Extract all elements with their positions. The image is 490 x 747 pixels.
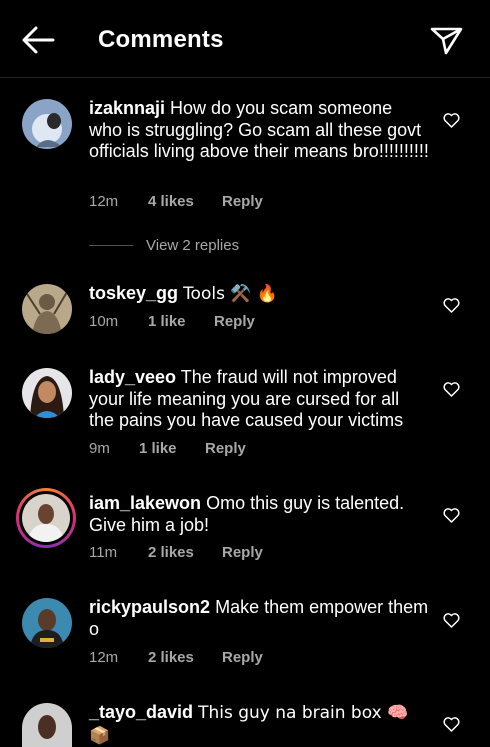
username[interactable]: _tayo_david [89, 702, 193, 722]
heart-icon[interactable] [443, 613, 460, 628]
heart-icon[interactable] [443, 508, 460, 523]
view-replies-label[interactable]: View 2 replies [146, 237, 239, 254]
heart-icon[interactable] [443, 382, 460, 397]
timestamp: 10m [89, 313, 119, 330]
username[interactable]: lady_veeo [89, 367, 176, 387]
avatar[interactable] [22, 368, 72, 418]
comment-text: lady_veeo The fraud will not improved yo… [89, 367, 429, 432]
heart-icon[interactable] [443, 717, 460, 732]
likes-count[interactable]: 2 likes [148, 544, 194, 561]
reply-button[interactable]: Reply [205, 440, 246, 457]
avatar[interactable] [22, 99, 72, 149]
story-ring-avatar[interactable] [16, 488, 76, 548]
avatar [22, 494, 70, 542]
heart-icon[interactable] [443, 113, 460, 128]
divider [89, 245, 133, 246]
username[interactable]: toskey_gg [89, 283, 178, 303]
likes-count[interactable]: 4 likes [148, 193, 194, 210]
comments-header: Comments [0, 0, 490, 78]
share-button[interactable] [428, 24, 464, 56]
reply-button[interactable]: Reply [222, 193, 263, 210]
back-button[interactable] [20, 24, 56, 56]
reply-button[interactable]: Reply [214, 313, 255, 330]
paper-plane-icon [430, 27, 463, 55]
comment-text: rickypaulson2 Make them empower them o [89, 597, 429, 640]
heart-icon[interactable] [443, 298, 460, 313]
likes-count[interactable]: 1 like [148, 313, 186, 330]
arrow-left-icon [22, 26, 55, 54]
avatar-ring-gap [19, 491, 73, 545]
comment-text: _tayo_david This guy na brain box 🧠 📦 [89, 702, 429, 747]
timestamp: 11m [89, 544, 118, 561]
comment-text: iam_lakewon Omo this guy is talented. Gi… [89, 493, 429, 536]
avatar[interactable] [22, 284, 72, 334]
reply-button[interactable]: Reply [222, 649, 263, 666]
avatar[interactable] [22, 598, 72, 648]
timestamp: 12m [89, 649, 119, 666]
username[interactable]: iam_lakewon [89, 493, 201, 513]
comment-text: izaknnaji How do you scam someone who is… [89, 98, 429, 163]
likes-count[interactable]: 2 likes [148, 649, 194, 666]
likes-count[interactable]: 1 like [139, 440, 177, 457]
comment-text: toskey_gg Tools ⚒️ 🔥 [89, 283, 429, 306]
timestamp: 12m [89, 193, 119, 210]
username[interactable]: rickypaulson2 [89, 597, 210, 617]
reply-button[interactable]: Reply [222, 544, 263, 561]
timestamp: 9m [89, 440, 110, 457]
avatar[interactable] [22, 703, 72, 747]
page-title: Comments [98, 26, 224, 53]
comment-body: Tools ⚒️ 🔥 [183, 284, 279, 304]
username[interactable]: izaknnaji [89, 98, 165, 118]
